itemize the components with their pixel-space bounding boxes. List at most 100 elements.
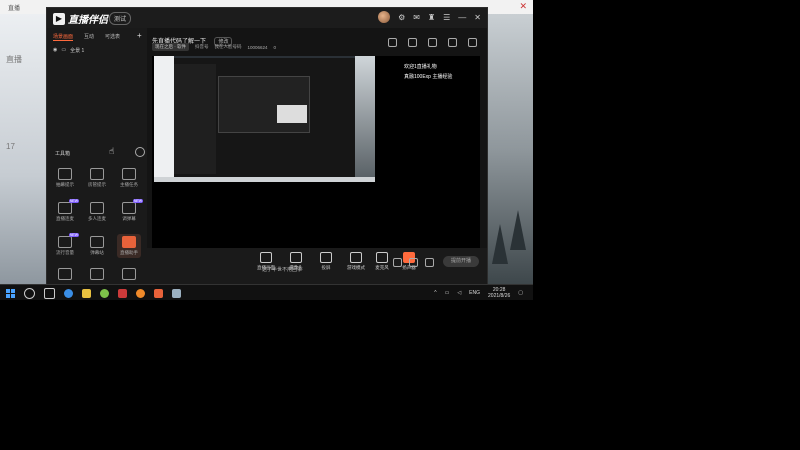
bg-caption: 直播	[6, 55, 22, 64]
copy-icon[interactable]	[408, 38, 417, 47]
tool-label: 主播任务	[120, 182, 138, 187]
browser-icon[interactable]	[100, 289, 109, 298]
tab-interact[interactable]: 互动	[84, 33, 94, 41]
shirt-icon[interactable]: ♜	[428, 13, 435, 22]
capture-left-panel	[154, 56, 174, 182]
chevron-up-icon[interactable]: ^	[434, 290, 436, 296]
tool-item[interactable]: NEW 直播连麦	[53, 199, 79, 222]
tool-item[interactable]: 主播任务	[117, 168, 141, 188]
screen-capture-source[interactable]	[154, 56, 375, 182]
tool-item[interactable]: 弹幕站	[85, 236, 109, 256]
nested-window	[277, 105, 307, 123]
nested-capture	[174, 58, 355, 180]
sidebar-tabs: 场景画面 互动 可选表 +	[53, 32, 142, 41]
tab-scene[interactable]: 场景画面	[53, 33, 74, 41]
taskbar-apps	[6, 288, 181, 299]
tool-item[interactable]	[85, 268, 109, 280]
overlay-line: 欢迎1直播礼物	[404, 64, 437, 70]
avatar[interactable]	[378, 11, 391, 23]
stream-meta: 现在之后 · 软件 抖音号 我在人脸号码 10006624 0	[152, 43, 276, 51]
cast-button[interactable]: 投屏	[313, 252, 339, 271]
background-window-left: 直播 17	[0, 14, 46, 284]
nested-preview	[218, 76, 310, 133]
mouse-cursor-icon: ☝	[109, 146, 115, 156]
control-label: 游戏模式	[347, 265, 365, 270]
tool-icon	[90, 236, 104, 248]
beauty-icon[interactable]	[409, 258, 418, 267]
streaming-app-window: ▶ 直播伴侣 测试 ⚙ ✉ ♜ ☰ — ✕ 场景画面 互动 可选表 + ◉ ▭ …	[46, 7, 488, 285]
tool-item[interactable]	[117, 268, 141, 280]
task-view-icon[interactable]	[44, 288, 55, 299]
bell-icon[interactable]	[448, 38, 457, 47]
play-icon	[350, 252, 362, 263]
share-icon[interactable]	[468, 38, 477, 47]
tool-item[interactable]: 多人连麦	[85, 202, 109, 222]
lock-icon[interactable]: ▭	[61, 47, 66, 54]
clock[interactable]: 20:28 2021/8/26	[488, 287, 510, 299]
gift-icon[interactable]	[388, 38, 397, 47]
volume-icon[interactable]: ◁	[457, 290, 461, 296]
new-badge: NEW	[68, 233, 79, 237]
history-icon[interactable]	[135, 147, 145, 157]
app-logo: ▶ 直播伴侣	[53, 11, 108, 26]
tool-icon	[122, 268, 136, 280]
likes-count: 0	[273, 44, 277, 50]
close-window-icon[interactable]: ✕	[474, 13, 481, 22]
edge-icon[interactable]	[64, 289, 73, 298]
notification-icon[interactable]: ▢	[518, 290, 523, 296]
category-chip[interactable]: 现在之后 · 软件	[152, 43, 189, 51]
folder-icon[interactable]	[82, 289, 91, 298]
game-mode-button[interactable]: 游戏模式	[343, 252, 369, 271]
tool-item[interactable]	[53, 268, 77, 280]
go-live-button[interactable]: 提前开播	[443, 256, 479, 267]
close-icon[interactable]: ✕	[519, 1, 527, 12]
eye-icon[interactable]: ◉	[53, 47, 57, 54]
control-label: 投屏	[321, 265, 331, 270]
tool-item-selected[interactable]: 直播助手	[117, 234, 141, 258]
id-label: 我在人脸号码	[214, 44, 242, 49]
sidebar: 场景画面 互动 可选表 + ◉ ▭ 全景 1 工具箱 ☝ 抽幕提示 房管提示 主…	[47, 28, 147, 284]
tool-icon	[122, 236, 136, 248]
menu-icon[interactable]: ☰	[443, 13, 450, 22]
lock-icon[interactable]	[428, 38, 437, 47]
app-icon[interactable]	[172, 289, 181, 298]
streaming-app-icon[interactable]	[154, 289, 163, 298]
record-icon[interactable]	[393, 258, 402, 267]
tool-label: 弹幕站	[90, 250, 104, 255]
app-icon[interactable]	[136, 289, 145, 298]
network-icon[interactable]: ▭	[445, 290, 450, 296]
tool-label: 流行音量	[56, 250, 74, 255]
cast-icon	[320, 252, 332, 263]
settings-gear-icon[interactable]	[425, 258, 434, 267]
clock-date: 2021/8/26	[488, 293, 511, 299]
windows-start-icon[interactable]	[6, 289, 15, 298]
tool-item[interactable]: NEW 调弹幕	[117, 199, 143, 222]
camera-icon	[290, 252, 302, 263]
stream-preview[interactable]: 欢迎1直播礼物 真融100Exp 主播经验	[152, 56, 480, 249]
tool-label: 直播助手	[120, 250, 138, 255]
tool-icon	[122, 202, 136, 214]
app-topbar: ▶ 直播伴侣 测试 ⚙ ✉ ♜ ☰ — ✕	[47, 8, 487, 28]
app-icon[interactable]	[118, 289, 127, 298]
nested-sidebar	[174, 64, 216, 174]
tool-item[interactable]: 房管提示	[85, 168, 109, 188]
version-badge[interactable]: 测试	[109, 12, 132, 25]
add-icon[interactable]: +	[137, 32, 142, 41]
new-badge: NEW	[68, 199, 79, 203]
minimize-icon[interactable]: —	[458, 13, 466, 22]
message-icon[interactable]: ✉	[413, 13, 420, 22]
tool-icon	[58, 268, 72, 280]
tool-item[interactable]: 抽幕提示	[53, 168, 77, 188]
bg-caption: 17	[6, 142, 15, 151]
language-indicator[interactable]: ENG	[469, 290, 480, 296]
control-bar: 直播画面 摄像头 投屏 游戏模式 麦克风 扬声器 提前开播	[147, 248, 487, 284]
tool-label: 调弹幕	[122, 216, 136, 221]
search-icon[interactable]	[24, 288, 35, 299]
tool-label: 抽幕提示	[56, 182, 74, 187]
tab-optional[interactable]: 可选表	[105, 33, 120, 41]
settings-icon[interactable]: ⚙	[398, 13, 405, 22]
microphone-button[interactable]: 麦克风	[369, 252, 395, 271]
tool-item[interactable]: NEW 流行音量	[53, 233, 79, 256]
scene-item[interactable]: ◉ ▭ 全景 1	[53, 47, 84, 54]
tool-icon	[58, 236, 72, 248]
